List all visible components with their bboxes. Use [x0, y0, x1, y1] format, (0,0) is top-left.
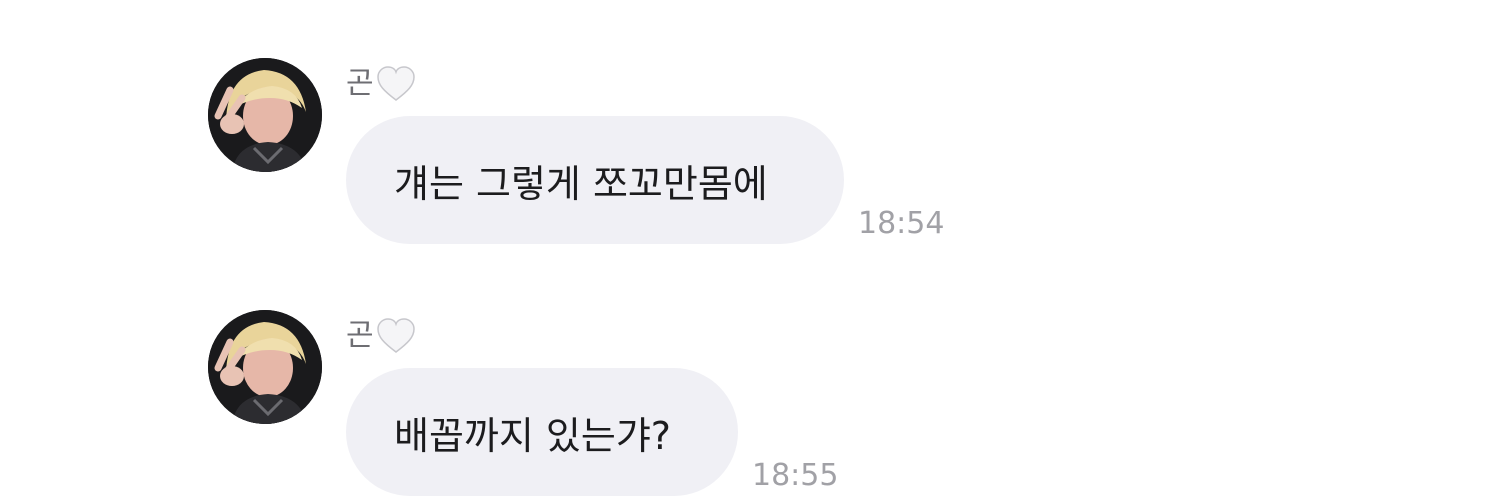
- white-heart-icon: [376, 65, 416, 103]
- message-text: 배꼽까지 있는갸?: [394, 413, 671, 458]
- chat-message: 곤 걔는 그렇게 쪼꼬만몸에 18:54: [0, 58, 1500, 248]
- message-timestamp: 18:54: [858, 206, 945, 241]
- avatar-photo: [208, 310, 322, 424]
- sender-row: 곤: [346, 62, 416, 106]
- white-heart-icon: [376, 317, 416, 355]
- message-bubble[interactable]: 배꼽까지 있는갸?: [346, 368, 738, 496]
- sender-name[interactable]: 곤: [346, 62, 374, 106]
- message-timestamp: 18:55: [752, 458, 839, 493]
- sender-name[interactable]: 곤: [346, 314, 374, 358]
- user-avatar-icon[interactable]: [208, 58, 322, 172]
- message-bubble[interactable]: 걔는 그렇게 쪼꼬만몸에: [346, 116, 844, 244]
- user-avatar-icon[interactable]: [208, 310, 322, 424]
- sender-row: 곤: [346, 314, 416, 358]
- message-text: 걔는 그렇게 쪼꼬만몸에: [394, 161, 768, 206]
- avatar-photo: [208, 58, 322, 172]
- chat-message: 곤 배꼽까지 있는갸? 18:55: [0, 310, 1500, 500]
